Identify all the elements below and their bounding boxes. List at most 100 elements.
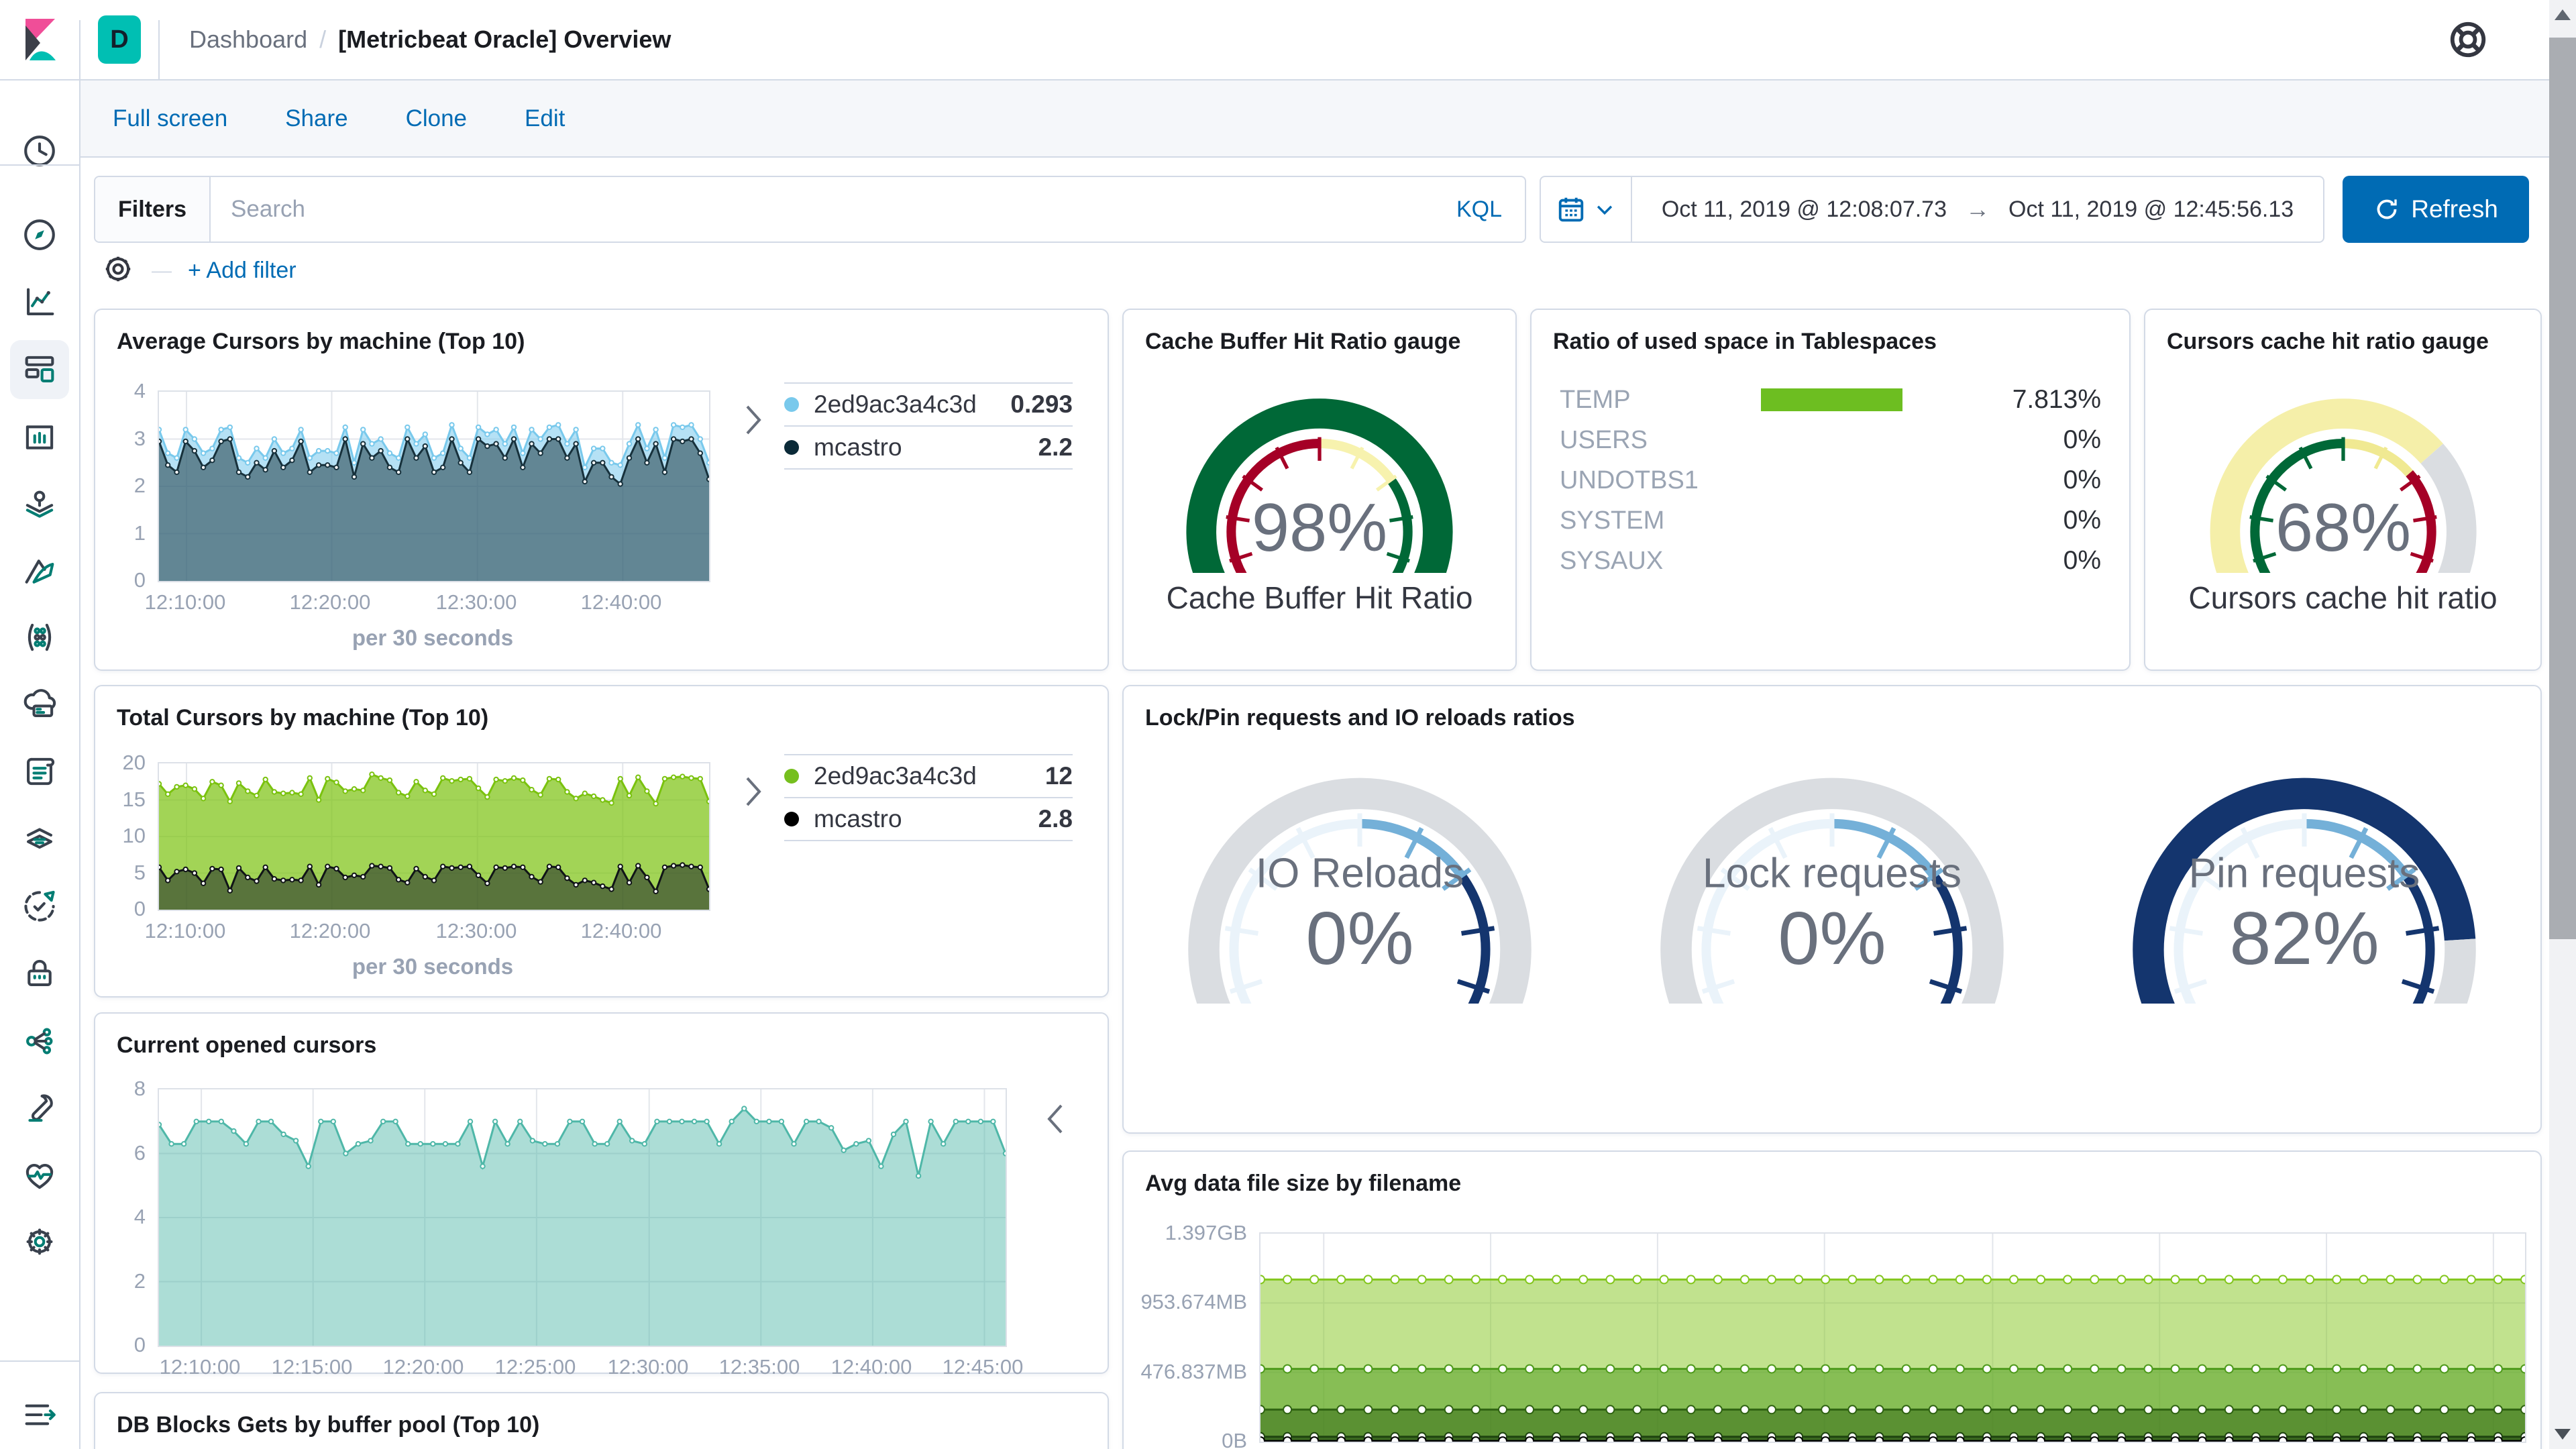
kibana-logo-icon[interactable] xyxy=(0,0,79,79)
legend-label: mcastro xyxy=(814,805,902,833)
legend-value: 0.293 xyxy=(1010,390,1073,418)
refresh-button[interactable]: Refresh xyxy=(2343,176,2529,243)
chart-legend: 2ed9ac3a4c3d 0.293 mcastro 2.2 xyxy=(784,382,1073,470)
dashboard-toolbar: Full screen Share Clone Edit xyxy=(80,80,2549,158)
legend-item[interactable]: 2ed9ac3a4c3d 0.293 xyxy=(784,382,1073,425)
full-screen-link[interactable]: Full screen xyxy=(113,105,227,132)
sidebar-item-discover[interactable] xyxy=(10,205,69,264)
y-axis-label: 0 xyxy=(133,897,146,920)
date-picker-calendar-button[interactable] xyxy=(1541,177,1632,241)
tablespace-row: USERS 0% xyxy=(1560,420,2101,460)
top-nav: D Dashboard / [Metricbeat Oracle] Overvi… xyxy=(0,0,2549,80)
add-filter-link[interactable]: + Add filter xyxy=(188,258,297,284)
gauge-lock_requests: Lock requests 0% xyxy=(1596,733,2068,1004)
legend-swatch xyxy=(784,440,799,455)
chevron-down-icon xyxy=(1597,205,1613,215)
panel-cursors-cache-gauge: Cursors cache hit ratio gauge 68% Cursors… xyxy=(2144,309,2542,671)
tablespace-value: 7.813% xyxy=(2012,385,2101,414)
svg-text:Pin requests: Pin requests xyxy=(2189,850,2420,896)
legend-toggle-chevron-icon[interactable] xyxy=(743,775,763,811)
sidebar-item-monitoring[interactable] xyxy=(10,1146,69,1205)
y-axis-label: 15 xyxy=(122,788,146,811)
date-from[interactable]: Oct 11, 2019 @ 12:08:07.73 xyxy=(1662,197,1947,223)
y-axis-label: 1.397GB xyxy=(1165,1221,1247,1244)
sidebar-item-apm[interactable] xyxy=(10,877,69,936)
gauge-pin_requests: Pin requests 82% xyxy=(2068,733,2540,1004)
date-to[interactable]: Oct 11, 2019 @ 12:45:56.13 xyxy=(2008,197,2294,223)
svg-text:IO Reloads: IO Reloads xyxy=(1256,850,1464,896)
y-axis-label: 0B xyxy=(1222,1429,1247,1449)
search-input[interactable] xyxy=(211,196,1456,223)
help-lifebuoy-icon[interactable] xyxy=(2447,19,2489,64)
datafile-sizes-chart: 1.397GB 953.674MB 476.837MB 0B xyxy=(1124,1221,2540,1449)
y-axis-label: 0 xyxy=(133,1333,146,1356)
panel-total-cursors: Total Cursors by machine (Top 10) 20 15 10… xyxy=(94,685,1109,998)
sidebar-divider xyxy=(0,1360,79,1362)
current-cursors-chart: 8 6 4 2 0 12:10:00 12:15:00 12:20:00 12:25:00 12:… xyxy=(95,1077,1108,1415)
sidebar-item-metrics[interactable] xyxy=(10,810,69,869)
panel-title: Cache Buffer Hit Ratio gauge xyxy=(1145,329,1461,354)
tablespace-name: TEMP xyxy=(1560,385,1631,414)
sidebar-item-maps[interactable] xyxy=(10,475,69,534)
dashboard-icon xyxy=(25,356,54,382)
kql-toggle[interactable]: KQL xyxy=(1456,197,1525,223)
chart-plot-area xyxy=(158,762,710,911)
legend-expand-chevron-icon[interactable] xyxy=(1046,1103,1066,1138)
scroll-up-arrow-icon[interactable] xyxy=(2555,9,2571,20)
legend-toggle-chevron-icon[interactable] xyxy=(743,404,763,439)
sidebar-item-recent[interactable] xyxy=(10,121,69,180)
panel-title: Average Cursors by machine (Top 10) xyxy=(117,329,525,354)
svg-text:82%: 82% xyxy=(2229,896,2379,980)
sidebar-divider xyxy=(0,164,79,166)
sidebar-item-siem[interactable] xyxy=(10,944,69,1003)
lock-pin-io-gauges: IO Reloads 0% Lock requests 0% Pin requests 8… xyxy=(1124,733,2540,1129)
sidebar-item-canvas[interactable] xyxy=(10,408,69,467)
filters-button[interactable]: Filters xyxy=(95,177,211,241)
legend-label: 2ed9ac3a4c3d xyxy=(814,390,977,418)
sidebar-item-dev-tools[interactable] xyxy=(10,1079,69,1138)
sidebar-collapse-button[interactable] xyxy=(10,1385,69,1444)
page-title: [Metricbeat Oracle] Overview xyxy=(338,25,672,53)
legend-item[interactable]: mcastro 2.8 xyxy=(784,797,1073,840)
space-avatar[interactable]: D xyxy=(98,15,141,64)
filter-gear-icon[interactable] xyxy=(101,252,136,290)
panel-cache-buffer-gauge: Cache Buffer Hit Ratio gauge 98% Cache Bu… xyxy=(1122,309,1517,671)
tablespace-row: SYSTEM 0% xyxy=(1560,500,2101,541)
panel-tablespaces: Ratio of used space in Tablespaces TEMP 7… xyxy=(1530,309,2131,671)
filter-dash: — xyxy=(152,259,172,282)
tablespace-value: 0% xyxy=(2063,506,2101,535)
legend-item[interactable]: mcastro 2.2 xyxy=(784,425,1073,468)
x-axis-label: 12:10:00 xyxy=(144,590,226,614)
tablespace-value: 0% xyxy=(2063,466,2101,494)
chart-legend: 2ed9ac3a4c3d 12 mcastro 2.8 xyxy=(784,754,1073,841)
share-link[interactable]: Share xyxy=(285,105,347,132)
graph-icon xyxy=(28,623,52,651)
breadcrumb-dashboard-link[interactable]: Dashboard xyxy=(189,25,307,54)
sidebar-item-management[interactable] xyxy=(10,1212,69,1271)
y-axis-label: 4 xyxy=(133,379,146,402)
sidebar-item-logs[interactable] xyxy=(10,742,69,801)
sidebar-nav xyxy=(0,80,80,1449)
svg-text:0%: 0% xyxy=(1305,896,1413,980)
scroll-down-arrow-icon[interactable] xyxy=(2555,1429,2571,1440)
y-axis-label: 0 xyxy=(133,568,146,592)
sidebar-item-machine-learning[interactable] xyxy=(10,542,69,601)
page-scrollbar[interactable] xyxy=(2549,0,2576,1449)
edit-link[interactable]: Edit xyxy=(525,105,565,132)
x-axis-label: 12:30:00 xyxy=(435,919,517,943)
panel-title: Avg data file size by filename xyxy=(1145,1171,1462,1196)
clone-link[interactable]: Clone xyxy=(406,105,467,132)
x-axis-label: 12:20:00 xyxy=(289,590,371,614)
tablespace-bar xyxy=(1761,388,1902,411)
tablespace-name: UNDOTBS1 xyxy=(1560,466,1699,494)
sidebar-item-uptime[interactable] xyxy=(10,675,69,734)
query-bar: Filters KQL xyxy=(94,176,1526,243)
scrollbar-thumb[interactable] xyxy=(2549,38,2576,939)
svg-text:0%: 0% xyxy=(1778,896,1886,980)
sidebar-item-graph[interactable] xyxy=(10,608,69,667)
sidebar-item-code[interactable] xyxy=(10,1012,69,1071)
sidebar-item-visualize[interactable] xyxy=(10,273,69,332)
legend-item[interactable]: 2ed9ac3a4c3d 12 xyxy=(784,754,1073,797)
gear-icon xyxy=(26,1228,53,1255)
sidebar-item-dashboard[interactable] xyxy=(10,340,69,399)
